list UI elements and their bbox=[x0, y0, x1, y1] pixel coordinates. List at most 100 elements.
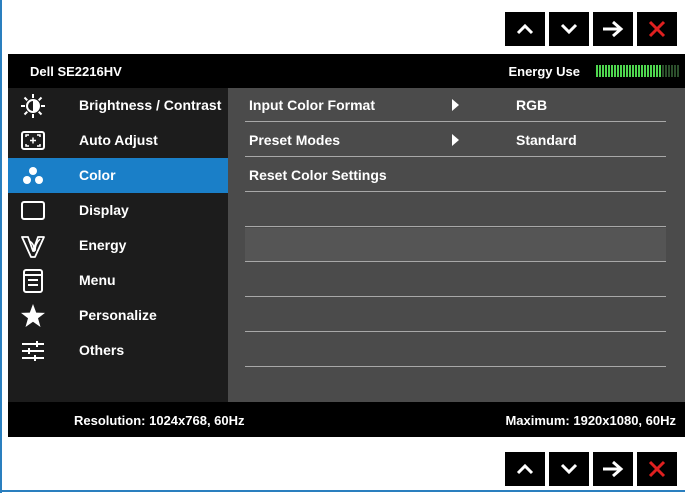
color-icon bbox=[23, 167, 43, 184]
down-button[interactable] bbox=[549, 12, 589, 46]
energy-meter-tick bbox=[608, 65, 610, 77]
sidebar-item-display[interactable]: Display bbox=[8, 193, 228, 228]
exit-button[interactable] bbox=[637, 12, 677, 46]
maximum-resolution: Maximum: 1920x1080, 60Hz bbox=[505, 413, 676, 428]
bottom-button-bar bbox=[505, 452, 677, 486]
energy-meter-tick bbox=[662, 65, 664, 77]
energy-meter-tick bbox=[614, 65, 616, 77]
energy-meter-tick bbox=[623, 65, 625, 77]
option-label: Reset Color Settings bbox=[249, 167, 387, 183]
option-row-empty bbox=[245, 298, 666, 332]
row-divider bbox=[245, 121, 666, 122]
right-arrow-icon bbox=[603, 20, 624, 38]
exit-button[interactable] bbox=[637, 452, 677, 486]
energy-meter-tick bbox=[599, 65, 601, 77]
row-divider bbox=[245, 331, 666, 332]
energy-meter-tick bbox=[635, 65, 637, 77]
sidebar-item-auto-adjust[interactable]: Auto Adjust bbox=[8, 123, 228, 158]
energy-meter-tick bbox=[644, 65, 646, 77]
option-row-empty bbox=[245, 333, 666, 367]
sidebar-item-color[interactable]: Color bbox=[8, 158, 228, 193]
energy-meter-tick bbox=[602, 65, 604, 77]
option-row-empty bbox=[245, 263, 666, 297]
option-label: Input Color Format bbox=[249, 97, 375, 113]
energy-icon bbox=[21, 236, 45, 258]
up-arrow-icon bbox=[516, 23, 534, 35]
display-icon bbox=[21, 201, 45, 220]
option-value: Standard bbox=[516, 132, 577, 148]
energy-meter-tick bbox=[656, 65, 658, 77]
up-button[interactable] bbox=[505, 452, 545, 486]
energy-meter-tick bbox=[671, 65, 673, 77]
sidebar-item-label: Personalize bbox=[79, 307, 157, 323]
sidebar-item-brightness-contrast[interactable]: Brightness / Contrast bbox=[8, 88, 228, 123]
up-arrow-icon bbox=[516, 463, 534, 475]
energy-meter-tick bbox=[611, 65, 613, 77]
current-resolution: Resolution: 1024x768, 60Hz bbox=[74, 413, 245, 428]
right-arrow-icon bbox=[603, 460, 624, 478]
close-icon bbox=[648, 460, 666, 478]
sidebar-item-label: Brightness / Contrast bbox=[79, 97, 222, 113]
energy-meter-tick bbox=[641, 65, 643, 77]
energy-meter-tick bbox=[620, 65, 622, 77]
osd-footer: Resolution: 1024x768, 60Hz Maximum: 1920… bbox=[8, 402, 685, 437]
energy-meter-tick bbox=[605, 65, 607, 77]
sidebar-item-personalize[interactable]: Personalize bbox=[8, 298, 228, 333]
sidebar-item-label: Display bbox=[79, 202, 129, 218]
option-row-preset-modes[interactable]: Preset Modes Standard bbox=[245, 123, 666, 157]
row-divider bbox=[245, 191, 666, 192]
option-row-input-color-format[interactable]: Input Color Format RGB bbox=[245, 88, 666, 122]
sidebar-item-label: Auto Adjust bbox=[79, 132, 158, 148]
energy-use-meter bbox=[596, 65, 679, 77]
submenu-arrow-icon bbox=[452, 134, 459, 146]
sidebar-item-label: Color bbox=[79, 167, 116, 183]
down-arrow-icon bbox=[560, 463, 578, 475]
row-divider bbox=[245, 226, 666, 227]
enter-button[interactable] bbox=[593, 452, 633, 486]
row-divider bbox=[245, 296, 666, 297]
sidebar-item-energy[interactable]: Energy bbox=[8, 228, 228, 263]
osd-header: Dell SE2216HV Energy Use bbox=[8, 54, 685, 88]
energy-meter-tick bbox=[638, 65, 640, 77]
enter-button[interactable] bbox=[593, 12, 633, 46]
energy-meter-tick bbox=[626, 65, 628, 77]
submenu-arrow-icon bbox=[452, 99, 459, 111]
frame-bottom-border bbox=[0, 490, 685, 492]
close-icon bbox=[648, 20, 666, 38]
sidebar-item-others[interactable]: Others bbox=[8, 333, 228, 368]
down-arrow-icon bbox=[560, 23, 578, 35]
energy-meter-tick bbox=[653, 65, 655, 77]
option-value: RGB bbox=[516, 97, 548, 113]
option-label: Preset Modes bbox=[249, 132, 341, 148]
energy-meter-tick bbox=[668, 65, 670, 77]
energy-meter-tick bbox=[677, 65, 679, 77]
row-divider bbox=[245, 261, 666, 262]
energy-meter-tick bbox=[647, 65, 649, 77]
frame-left-border bbox=[0, 0, 2, 493]
energy-meter-tick bbox=[665, 65, 667, 77]
star-icon bbox=[21, 304, 45, 327]
energy-meter-tick bbox=[650, 65, 652, 77]
option-row-reset-color-settings[interactable]: Reset Color Settings bbox=[245, 158, 666, 192]
up-button[interactable] bbox=[505, 12, 545, 46]
osd-panel: Dell SE2216HV Energy Use Brightness / Co… bbox=[8, 54, 685, 437]
energy-meter-tick bbox=[674, 65, 676, 77]
down-button[interactable] bbox=[549, 452, 589, 486]
sidebar-item-label: Menu bbox=[79, 272, 116, 288]
sidebar-item-label: Energy bbox=[79, 237, 127, 253]
brightness-icon bbox=[21, 94, 45, 118]
model-name: Dell SE2216HV bbox=[30, 64, 122, 79]
osd-content-panel: Input Color Format RGB Preset Modes Stan… bbox=[228, 88, 685, 402]
energy-meter-tick bbox=[659, 65, 661, 77]
sidebar-item-label: Others bbox=[79, 342, 125, 358]
option-row-empty bbox=[245, 228, 666, 262]
row-divider bbox=[245, 156, 666, 157]
top-button-bar bbox=[505, 12, 677, 46]
energy-meter-tick bbox=[632, 65, 634, 77]
option-row-empty bbox=[245, 193, 666, 227]
auto-adjust-icon bbox=[21, 131, 45, 150]
energy-meter-tick bbox=[617, 65, 619, 77]
sidebar-item-menu[interactable]: Menu bbox=[8, 263, 228, 298]
energy-meter-tick bbox=[596, 65, 598, 77]
energy-meter-tick bbox=[629, 65, 631, 77]
